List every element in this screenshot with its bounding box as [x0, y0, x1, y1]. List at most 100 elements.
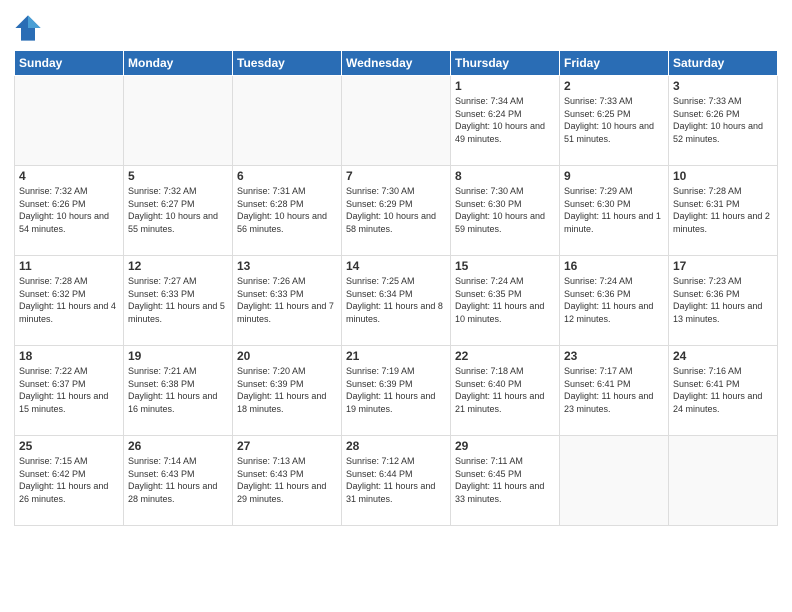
day-number: 9	[564, 169, 664, 183]
calendar-cell	[669, 436, 778, 526]
day-info: Sunrise: 7:22 AM Sunset: 6:37 PM Dayligh…	[19, 365, 119, 415]
calendar-cell: 11 Sunrise: 7:28 AM Sunset: 6:32 PM Dayli…	[15, 256, 124, 346]
day-number: 13	[237, 259, 337, 273]
day-info: Sunrise: 7:24 AM Sunset: 6:35 PM Dayligh…	[455, 275, 555, 325]
day-info: Sunrise: 7:32 AM Sunset: 6:26 PM Dayligh…	[19, 185, 119, 235]
day-number: 6	[237, 169, 337, 183]
day-number: 23	[564, 349, 664, 363]
calendar-cell: 28Sunrise: 7:12 AM Sunset: 6:44 PM Dayli…	[342, 436, 451, 526]
calendar-week-2: 11 Sunrise: 7:28 AM Sunset: 6:32 PM Dayli…	[15, 256, 778, 346]
day-number: 15	[455, 259, 555, 273]
calendar-cell: 7 Sunrise: 7:30 AM Sunset: 6:29 PM Daylig…	[342, 166, 451, 256]
calendar-cell: 4 Sunrise: 7:32 AM Sunset: 6:26 PM Daylig…	[15, 166, 124, 256]
day-info: Sunrise: 7:30 AM Sunset: 6:29 PM Dayligh…	[346, 185, 446, 235]
calendar-cell: 20 Sunrise: 7:20 AM Sunset: 6:39 PM Dayli…	[233, 346, 342, 436]
day-info: Sunrise: 7:23 AM Sunset: 6:36 PM Dayligh…	[673, 275, 773, 325]
day-number: 4	[19, 169, 119, 183]
calendar-cell: 1 Sunrise: 7:34 AM Sunset: 6:24 PM Daylig…	[451, 76, 560, 166]
day-info: Sunrise: 7:14 AM Sunset: 6:43 PM Dayligh…	[128, 455, 228, 505]
weekday-header-wednesday: Wednesday	[342, 51, 451, 76]
day-info: Sunrise: 7:32 AM Sunset: 6:27 PM Dayligh…	[128, 185, 228, 235]
calendar-cell: 12Sunrise: 7:27 AM Sunset: 6:33 PM Dayli…	[124, 256, 233, 346]
day-number: 10	[673, 169, 773, 183]
weekday-header-tuesday: Tuesday	[233, 51, 342, 76]
day-info: Sunrise: 7:34 AM Sunset: 6:24 PM Dayligh…	[455, 95, 555, 145]
calendar-week-1: 4 Sunrise: 7:32 AM Sunset: 6:26 PM Daylig…	[15, 166, 778, 256]
day-info: Sunrise: 7:25 AM Sunset: 6:34 PM Dayligh…	[346, 275, 446, 325]
day-info: Sunrise: 7:24 AM Sunset: 6:36 PM Dayligh…	[564, 275, 664, 325]
calendar-cell: 24Sunrise: 7:16 AM Sunset: 6:41 PM Dayli…	[669, 346, 778, 436]
calendar-cell: 22 Sunrise: 7:18 AM Sunset: 6:40 PM Dayli…	[451, 346, 560, 436]
day-info: Sunrise: 7:18 AM Sunset: 6:40 PM Dayligh…	[455, 365, 555, 415]
calendar-cell: 14 Sunrise: 7:25 AM Sunset: 6:34 PM Dayli…	[342, 256, 451, 346]
day-number: 7	[346, 169, 446, 183]
calendar-body: 1 Sunrise: 7:34 AM Sunset: 6:24 PM Daylig…	[15, 76, 778, 526]
page: SundayMondayTuesdayWednesdayThursdayFrid…	[0, 0, 792, 612]
day-number: 3	[673, 79, 773, 93]
day-number: 17	[673, 259, 773, 273]
header	[14, 10, 778, 42]
weekday-header-saturday: Saturday	[669, 51, 778, 76]
day-info: Sunrise: 7:20 AM Sunset: 6:39 PM Dayligh…	[237, 365, 337, 415]
day-number: 28	[346, 439, 446, 453]
calendar-cell: 10 Sunrise: 7:28 AM Sunset: 6:31 PM Dayli…	[669, 166, 778, 256]
calendar-cell: 29Sunrise: 7:11 AM Sunset: 6:45 PM Dayli…	[451, 436, 560, 526]
calendar-cell	[342, 76, 451, 166]
calendar-cell: 19 Sunrise: 7:21 AM Sunset: 6:38 PM Dayli…	[124, 346, 233, 436]
weekday-header-friday: Friday	[560, 51, 669, 76]
day-info: Sunrise: 7:21 AM Sunset: 6:38 PM Dayligh…	[128, 365, 228, 415]
day-info: Sunrise: 7:31 AM Sunset: 6:28 PM Dayligh…	[237, 185, 337, 235]
weekday-header-row: SundayMondayTuesdayWednesdayThursdayFrid…	[15, 51, 778, 76]
calendar-cell: 2 Sunrise: 7:33 AM Sunset: 6:25 PM Daylig…	[560, 76, 669, 166]
day-number: 2	[564, 79, 664, 93]
calendar-cell: 13 Sunrise: 7:26 AM Sunset: 6:33 PM Dayli…	[233, 256, 342, 346]
calendar-cell	[560, 436, 669, 526]
day-number: 5	[128, 169, 228, 183]
day-info: Sunrise: 7:29 AM Sunset: 6:30 PM Dayligh…	[564, 185, 664, 235]
calendar-cell: 15 Sunrise: 7:24 AM Sunset: 6:35 PM Dayli…	[451, 256, 560, 346]
calendar: SundayMondayTuesdayWednesdayThursdayFrid…	[14, 50, 778, 526]
day-number: 16	[564, 259, 664, 273]
day-info: Sunrise: 7:28 AM Sunset: 6:32 PM Dayligh…	[19, 275, 119, 325]
calendar-cell	[15, 76, 124, 166]
calendar-cell: 3Sunrise: 7:33 AM Sunset: 6:26 PM Daylig…	[669, 76, 778, 166]
day-number: 18	[19, 349, 119, 363]
calendar-cell: 26 Sunrise: 7:14 AM Sunset: 6:43 PM Dayli…	[124, 436, 233, 526]
day-number: 8	[455, 169, 555, 183]
day-number: 25	[19, 439, 119, 453]
calendar-cell	[233, 76, 342, 166]
calendar-cell: 16 Sunrise: 7:24 AM Sunset: 6:36 PM Dayli…	[560, 256, 669, 346]
calendar-week-3: 18 Sunrise: 7:22 AM Sunset: 6:37 PM Dayli…	[15, 346, 778, 436]
calendar-cell: 9 Sunrise: 7:29 AM Sunset: 6:30 PM Daylig…	[560, 166, 669, 256]
calendar-header: SundayMondayTuesdayWednesdayThursdayFrid…	[15, 51, 778, 76]
day-info: Sunrise: 7:28 AM Sunset: 6:31 PM Dayligh…	[673, 185, 773, 235]
day-number: 29	[455, 439, 555, 453]
day-number: 19	[128, 349, 228, 363]
day-number: 26	[128, 439, 228, 453]
logo-icon	[14, 14, 42, 42]
logo	[14, 14, 46, 42]
day-number: 1	[455, 79, 555, 93]
day-number: 27	[237, 439, 337, 453]
calendar-cell: 25Sunrise: 7:15 AM Sunset: 6:42 PM Dayli…	[15, 436, 124, 526]
weekday-header-sunday: Sunday	[15, 51, 124, 76]
calendar-cell: 17 Sunrise: 7:23 AM Sunset: 6:36 PM Dayli…	[669, 256, 778, 346]
calendar-cell	[124, 76, 233, 166]
day-number: 20	[237, 349, 337, 363]
day-info: Sunrise: 7:30 AM Sunset: 6:30 PM Dayligh…	[455, 185, 555, 235]
day-number: 11	[19, 259, 119, 273]
day-number: 22	[455, 349, 555, 363]
calendar-cell: 6 Sunrise: 7:31 AM Sunset: 6:28 PM Daylig…	[233, 166, 342, 256]
calendar-cell: 18 Sunrise: 7:22 AM Sunset: 6:37 PM Dayli…	[15, 346, 124, 436]
day-info: Sunrise: 7:13 AM Sunset: 6:43 PM Dayligh…	[237, 455, 337, 505]
day-number: 14	[346, 259, 446, 273]
day-info: Sunrise: 7:19 AM Sunset: 6:39 PM Dayligh…	[346, 365, 446, 415]
calendar-cell: 23Sunrise: 7:17 AM Sunset: 6:41 PM Dayli…	[560, 346, 669, 436]
day-info: Sunrise: 7:27 AM Sunset: 6:33 PM Dayligh…	[128, 275, 228, 325]
calendar-week-4: 25Sunrise: 7:15 AM Sunset: 6:42 PM Dayli…	[15, 436, 778, 526]
day-info: Sunrise: 7:26 AM Sunset: 6:33 PM Dayligh…	[237, 275, 337, 325]
day-info: Sunrise: 7:16 AM Sunset: 6:41 PM Dayligh…	[673, 365, 773, 415]
day-number: 21	[346, 349, 446, 363]
weekday-header-monday: Monday	[124, 51, 233, 76]
day-info: Sunrise: 7:33 AM Sunset: 6:25 PM Dayligh…	[564, 95, 664, 145]
